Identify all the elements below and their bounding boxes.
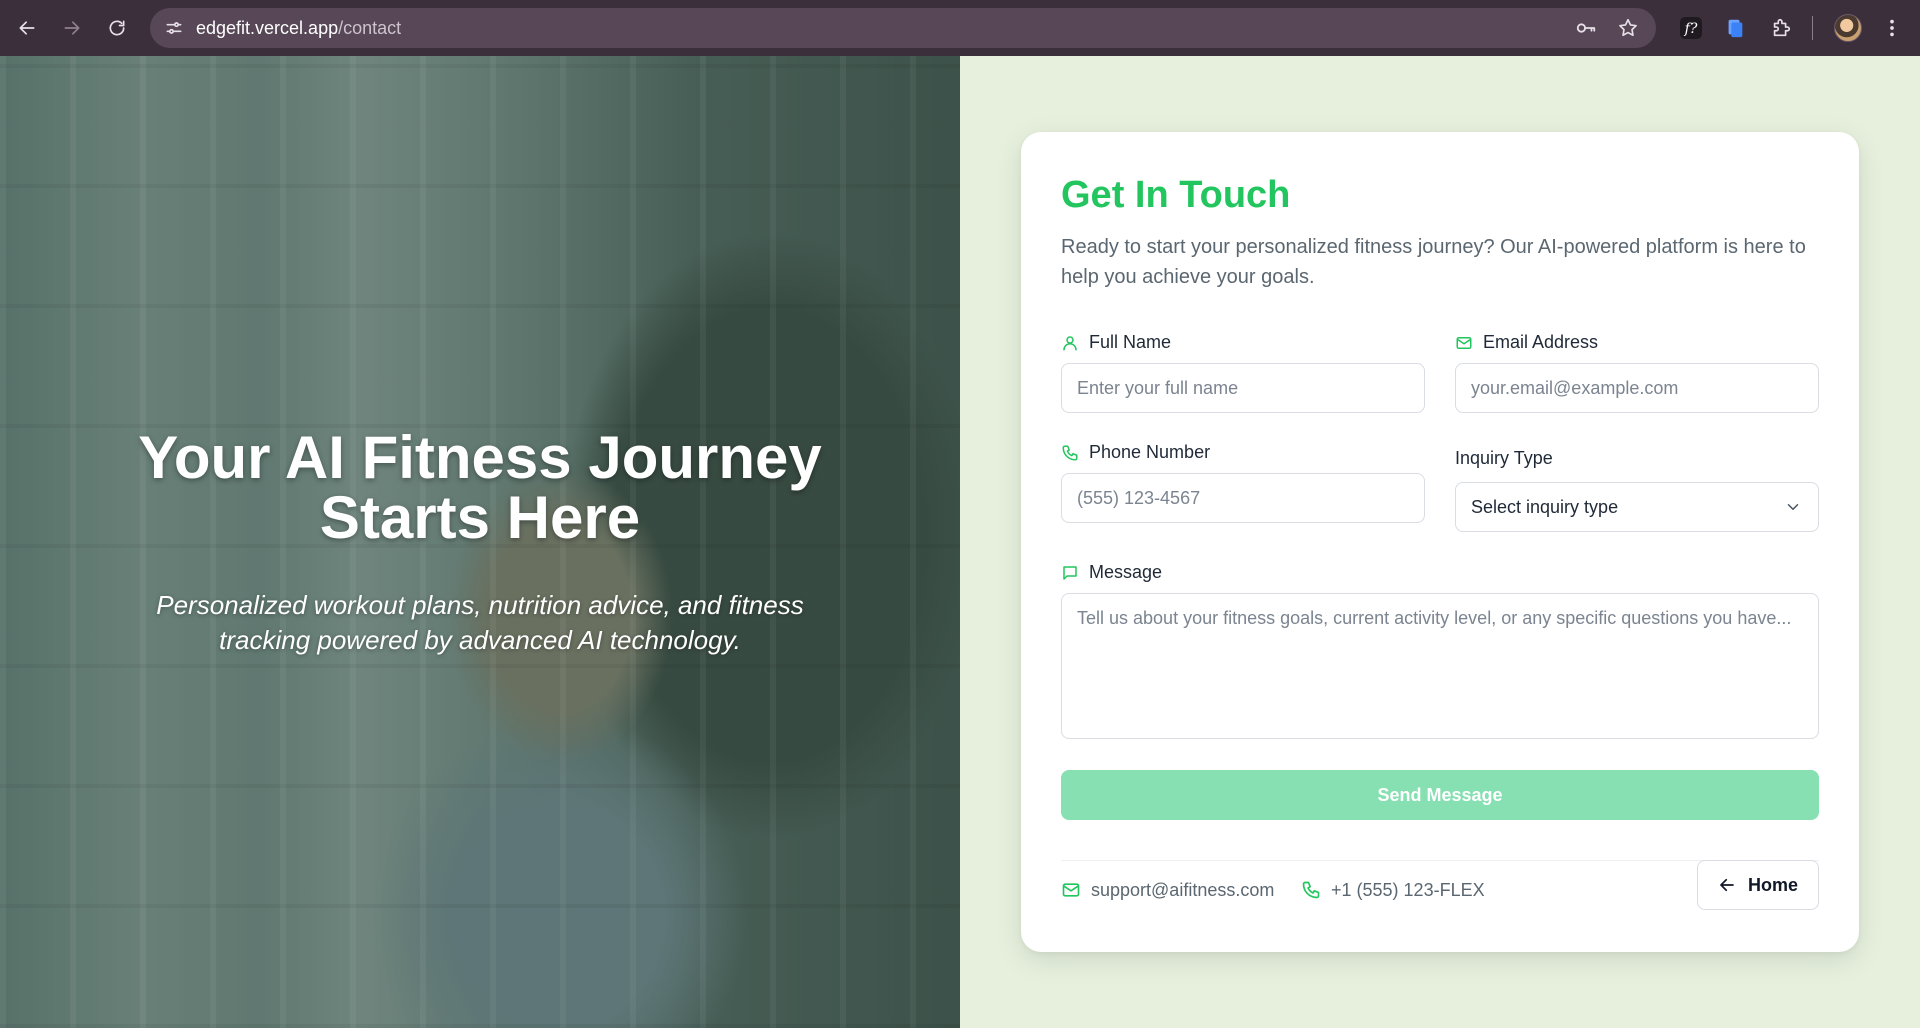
full-name-label-text: Full Name [1089, 332, 1172, 352]
toolbar-separator [1812, 16, 1813, 40]
extension-f-icon[interactable]: f? [1677, 14, 1705, 42]
extensions-puzzle-icon[interactable] [1767, 14, 1795, 42]
home-button-label: Home [1747, 874, 1798, 895]
inquiry-type-label-text: Inquiry Type [1455, 448, 1553, 468]
bookmark-star-icon[interactable] [1616, 16, 1640, 40]
message-bubble-icon [1061, 563, 1081, 583]
browser-toolbar: edgefit.vercel.app/contact f? [0, 0, 1920, 56]
send-message-button[interactable]: Send Message [1061, 770, 1819, 820]
password-key-icon[interactable] [1574, 16, 1598, 40]
contact-title: Get In Touch [1061, 174, 1291, 216]
address-bar[interactable]: edgefit.vercel.app/contact [150, 8, 1656, 48]
reload-icon[interactable] [99, 10, 135, 46]
back-icon[interactable] [9, 10, 45, 46]
mail-icon [1455, 333, 1475, 353]
message-textarea[interactable] [1061, 593, 1819, 739]
inquiry-type-select[interactable]: Select inquiry type [1455, 482, 1819, 532]
profile-avatar[interactable] [1834, 14, 1862, 42]
url-host: edgefit.vercel.app [196, 18, 339, 38]
support-email[interactable]: support@aifitness.com [1061, 876, 1274, 904]
contact-description: Ready to start your personalized fitness… [1061, 236, 1806, 288]
user-icon [1061, 333, 1081, 353]
mail-icon [1061, 880, 1081, 900]
support-phone-text: +1 (555) 123-FLEX [1331, 879, 1485, 900]
phone-label-text: Phone Number [1089, 442, 1211, 462]
message-label-text: Message [1089, 562, 1163, 582]
site-info-icon[interactable] [162, 16, 186, 40]
arrow-left-icon [1718, 876, 1736, 894]
full-name-input[interactable] [1061, 363, 1425, 413]
full-name-label: Full Name [1061, 332, 1171, 353]
forward-icon[interactable] [54, 10, 90, 46]
support-phone[interactable]: +1 (555) 123-FLEX [1301, 876, 1485, 904]
email-label: Email Address [1455, 332, 1598, 353]
inquiry-type-label: Inquiry Type [1455, 448, 1553, 469]
extension-doc-icon[interactable] [1721, 14, 1749, 42]
home-button[interactable]: Home [1697, 860, 1819, 910]
menu-dots-icon[interactable] [1878, 14, 1906, 42]
chevron-down-icon [1784, 498, 1802, 516]
inquiry-type-selected: Select inquiry type [1471, 496, 1619, 517]
hero-section: Your AI Fitness Journey Starts Here Pers… [0, 56, 960, 1028]
url-path: /contact [338, 18, 402, 38]
email-input[interactable] [1455, 363, 1819, 413]
support-email-text: support@aifitness.com [1091, 879, 1275, 900]
phone-label: Phone Number [1061, 442, 1210, 463]
phone-icon [1301, 880, 1321, 900]
message-label: Message [1061, 562, 1162, 583]
phone-icon [1061, 443, 1081, 463]
email-label-text: Email Address [1483, 332, 1599, 352]
phone-input[interactable] [1061, 473, 1425, 523]
hero-title: Your AI Fitness Journey Starts Here [138, 424, 822, 551]
svg-text:f?: f? [1684, 21, 1698, 37]
contact-card: Get In Touch Ready to start your persona… [1021, 132, 1859, 952]
hero-subtitle: Personalized workout plans, nutrition ad… [156, 590, 804, 655]
url-text: edgefit.vercel.app/contact [196, 18, 401, 39]
